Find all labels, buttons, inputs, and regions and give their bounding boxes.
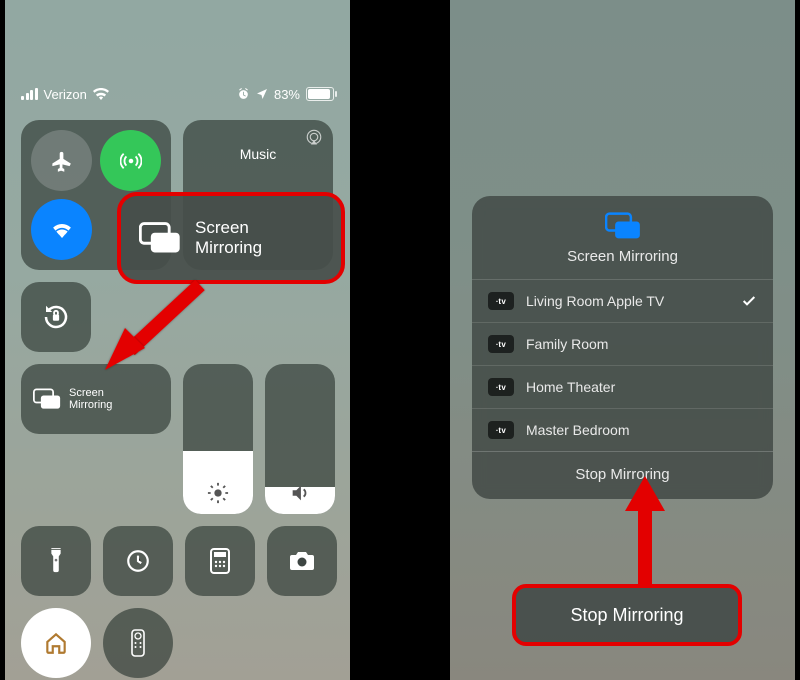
orientation-lock-button[interactable]: [21, 282, 91, 352]
timer-button[interactable]: [103, 526, 173, 596]
camera-button[interactable]: [267, 526, 337, 596]
stop-mirroring-popup-label: Stop Mirroring: [570, 605, 683, 626]
signal-bars-icon: [21, 88, 38, 100]
phone-left: Verizon 83%: [5, 0, 350, 680]
device-row[interactable]: ∙tv Master Bedroom: [472, 409, 773, 452]
status-bar: Verizon 83%: [5, 82, 350, 106]
screen-mirroring-panel: Screen Mirroring ∙tv Living Room Apple T…: [472, 196, 773, 499]
airplane-toggle[interactable]: [31, 130, 92, 191]
screen-mirroring-icon: [139, 222, 181, 254]
device-row[interactable]: ∙tv Home Theater: [472, 366, 773, 409]
apple-tv-remote-button[interactable]: [103, 608, 173, 678]
device-name: Home Theater: [526, 379, 615, 395]
stop-mirroring-label: Stop Mirroring: [575, 466, 669, 483]
battery-pct-label: 83%: [274, 87, 300, 102]
location-icon: [256, 88, 268, 100]
cellular-toggle[interactable]: [100, 130, 161, 191]
screen-mirroring-popup-label: Screen Mirroring: [195, 218, 262, 258]
device-row[interactable]: ∙tv Living Room Apple TV: [472, 280, 773, 323]
wifi-icon: [93, 88, 109, 100]
wifi-toggle[interactable]: [31, 199, 92, 260]
device-name: Living Room Apple TV: [526, 293, 664, 309]
battery-icon: [306, 87, 334, 101]
device-name: Master Bedroom: [526, 422, 629, 438]
music-label: Music: [240, 146, 277, 162]
flashlight-button[interactable]: [21, 526, 91, 596]
panel-title: Screen Mirroring: [567, 248, 678, 265]
carrier-label: Verizon: [44, 87, 87, 102]
device-list: ∙tv Living Room Apple TV ∙tv Family Room…: [472, 280, 773, 452]
home-button[interactable]: [21, 608, 91, 678]
appletv-badge-icon: ∙tv: [488, 335, 514, 353]
stop-mirroring-popup[interactable]: Stop Mirroring: [512, 584, 742, 646]
device-name: Family Room: [526, 336, 608, 352]
volume-icon: [265, 482, 335, 504]
appletv-badge-icon: ∙tv: [488, 421, 514, 439]
screen-mirroring-label: Screen Mirroring: [69, 387, 112, 411]
screen-mirroring-icon: [605, 212, 641, 240]
appletv-badge-icon: ∙tv: [488, 378, 514, 396]
alarm-icon: [237, 88, 250, 101]
volume-slider[interactable]: [265, 364, 335, 514]
airplay-icon: [305, 128, 323, 146]
calculator-button[interactable]: [185, 526, 255, 596]
stop-mirroring-button[interactable]: Stop Mirroring: [472, 452, 773, 499]
screen-mirroring-popup[interactable]: Screen Mirroring: [117, 192, 345, 284]
device-row[interactable]: ∙tv Family Room: [472, 323, 773, 366]
phone-right: Screen Mirroring ∙tv Living Room Apple T…: [450, 0, 795, 680]
brightness-icon: [183, 482, 253, 504]
appletv-badge-icon: ∙tv: [488, 292, 514, 310]
screen-mirroring-icon: [33, 388, 61, 410]
checkmark-icon: [741, 293, 757, 309]
screen-mirroring-tile[interactable]: Screen Mirroring: [21, 364, 171, 434]
brightness-slider[interactable]: [183, 364, 253, 514]
